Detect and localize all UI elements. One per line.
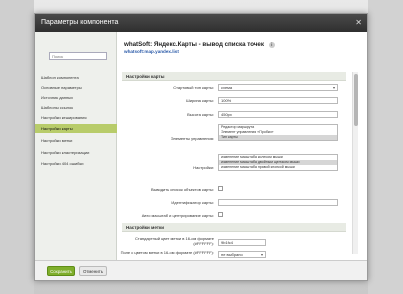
map-type-label: Стартовый тип карты: bbox=[173, 85, 214, 90]
mark-field-label: Поле с цветом метки в 16-ом формате (#FF… bbox=[120, 250, 214, 255]
scrollbar-thumb[interactable] bbox=[354, 74, 358, 126]
dialog-title: Параметры компонента bbox=[41, 19, 119, 26]
component-code: whatsoft:map.yandex.list bbox=[124, 49, 179, 54]
controls-listbox[interactable]: Редактор маршрута Элемент управления «Пр… bbox=[218, 124, 338, 141]
component-title-text: whatSoft: Яндекс.Карты - вывод списка то… bbox=[124, 41, 264, 48]
mark-field-select[interactable]: не выбрано ▾ bbox=[218, 251, 266, 258]
backdrop-left bbox=[0, 0, 34, 294]
sidebar-item-data-source[interactable]: Источник данных bbox=[35, 93, 117, 102]
chevron-down-icon: ▾ bbox=[260, 252, 263, 257]
sidebar-item-caching[interactable]: Настройки кеширования bbox=[35, 113, 117, 122]
save-button[interactable]: Сохранить bbox=[47, 266, 75, 276]
dialog-titlebar[interactable]: Параметры компонента ✕ bbox=[35, 14, 367, 32]
section-map-settings: Настройки карты bbox=[122, 72, 346, 81]
mark-color-input[interactable]: 9b1fc4 bbox=[218, 239, 266, 246]
list-item[interactable]: изменение масштаба правой кнопкой мыши bbox=[219, 165, 337, 170]
map-id-label: Идентификатор карты: bbox=[171, 200, 214, 205]
info-icon[interactable]: i bbox=[268, 42, 275, 48]
width-input[interactable]: 100% bbox=[218, 97, 338, 104]
component-settings-dialog: Параметры компонента ✕ Шаблон компонента… bbox=[34, 13, 368, 281]
list-item[interactable]: Тип карты bbox=[219, 135, 337, 140]
sidebar-item-clustering[interactable]: Настройки кластеризации bbox=[35, 148, 117, 157]
dialog-footer: Сохранить Отменить bbox=[35, 260, 367, 280]
dialog-content: Шаблон компонента Основные параметры Ист… bbox=[35, 32, 367, 260]
sidebar-item-mark-settings[interactable]: Настройки метки bbox=[35, 136, 117, 145]
mark-field-value: не выбрано bbox=[221, 252, 243, 257]
height-label: Высота карты: bbox=[187, 112, 214, 117]
sidebar-item-link-templates[interactable]: Шаблоны ссылок bbox=[35, 103, 117, 112]
width-label: Ширина карты: bbox=[186, 98, 214, 103]
sidebar-item-404[interactable]: Настройки 404 ошибки bbox=[35, 159, 117, 168]
main-scrollbar[interactable] bbox=[352, 72, 358, 254]
sidebar-item-map-settings[interactable]: Настройки карты bbox=[35, 124, 117, 133]
sidebar: Шаблон компонента Основные параметры Ист… bbox=[35, 32, 117, 260]
map-type-value: схема bbox=[221, 85, 233, 90]
auto-scale-checkbox[interactable] bbox=[218, 212, 223, 217]
backdrop-right bbox=[368, 0, 403, 294]
chevron-down-icon: ▾ bbox=[332, 85, 335, 90]
search-input[interactable] bbox=[49, 52, 107, 60]
sidebar-item-basic[interactable]: Основные параметры bbox=[35, 83, 117, 92]
auto-scale-label: Авто масштаб и центрирование карты: bbox=[141, 213, 214, 218]
settings-label: Настройки: bbox=[193, 165, 214, 170]
cancel-button[interactable]: Отменить bbox=[79, 266, 107, 276]
section-mark-settings: Настройки метки bbox=[122, 223, 346, 232]
close-icon[interactable]: ✕ bbox=[355, 14, 362, 32]
show-list-checkbox[interactable] bbox=[218, 186, 223, 191]
height-input[interactable]: 450px bbox=[218, 111, 338, 118]
sidebar-item-template[interactable]: Шаблон компонента bbox=[35, 73, 117, 82]
map-id-input[interactable] bbox=[218, 199, 338, 206]
map-type-select[interactable]: схема ▾ bbox=[218, 84, 338, 91]
controls-label: Элементы управления: bbox=[170, 136, 214, 141]
component-title: whatSoft: Яндекс.Карты - вывод списка то… bbox=[124, 41, 275, 48]
mark-color-label: Стандартный цвет метки в 16-ом формате (… bbox=[135, 236, 214, 246]
show-list-label: Выводить список объектов карты: bbox=[150, 187, 214, 192]
main-panel: whatSoft: Яндекс.Карты - вывод списка то… bbox=[118, 32, 367, 260]
settings-listbox[interactable]: изменение масштаба колесом мыши изменени… bbox=[218, 154, 338, 171]
